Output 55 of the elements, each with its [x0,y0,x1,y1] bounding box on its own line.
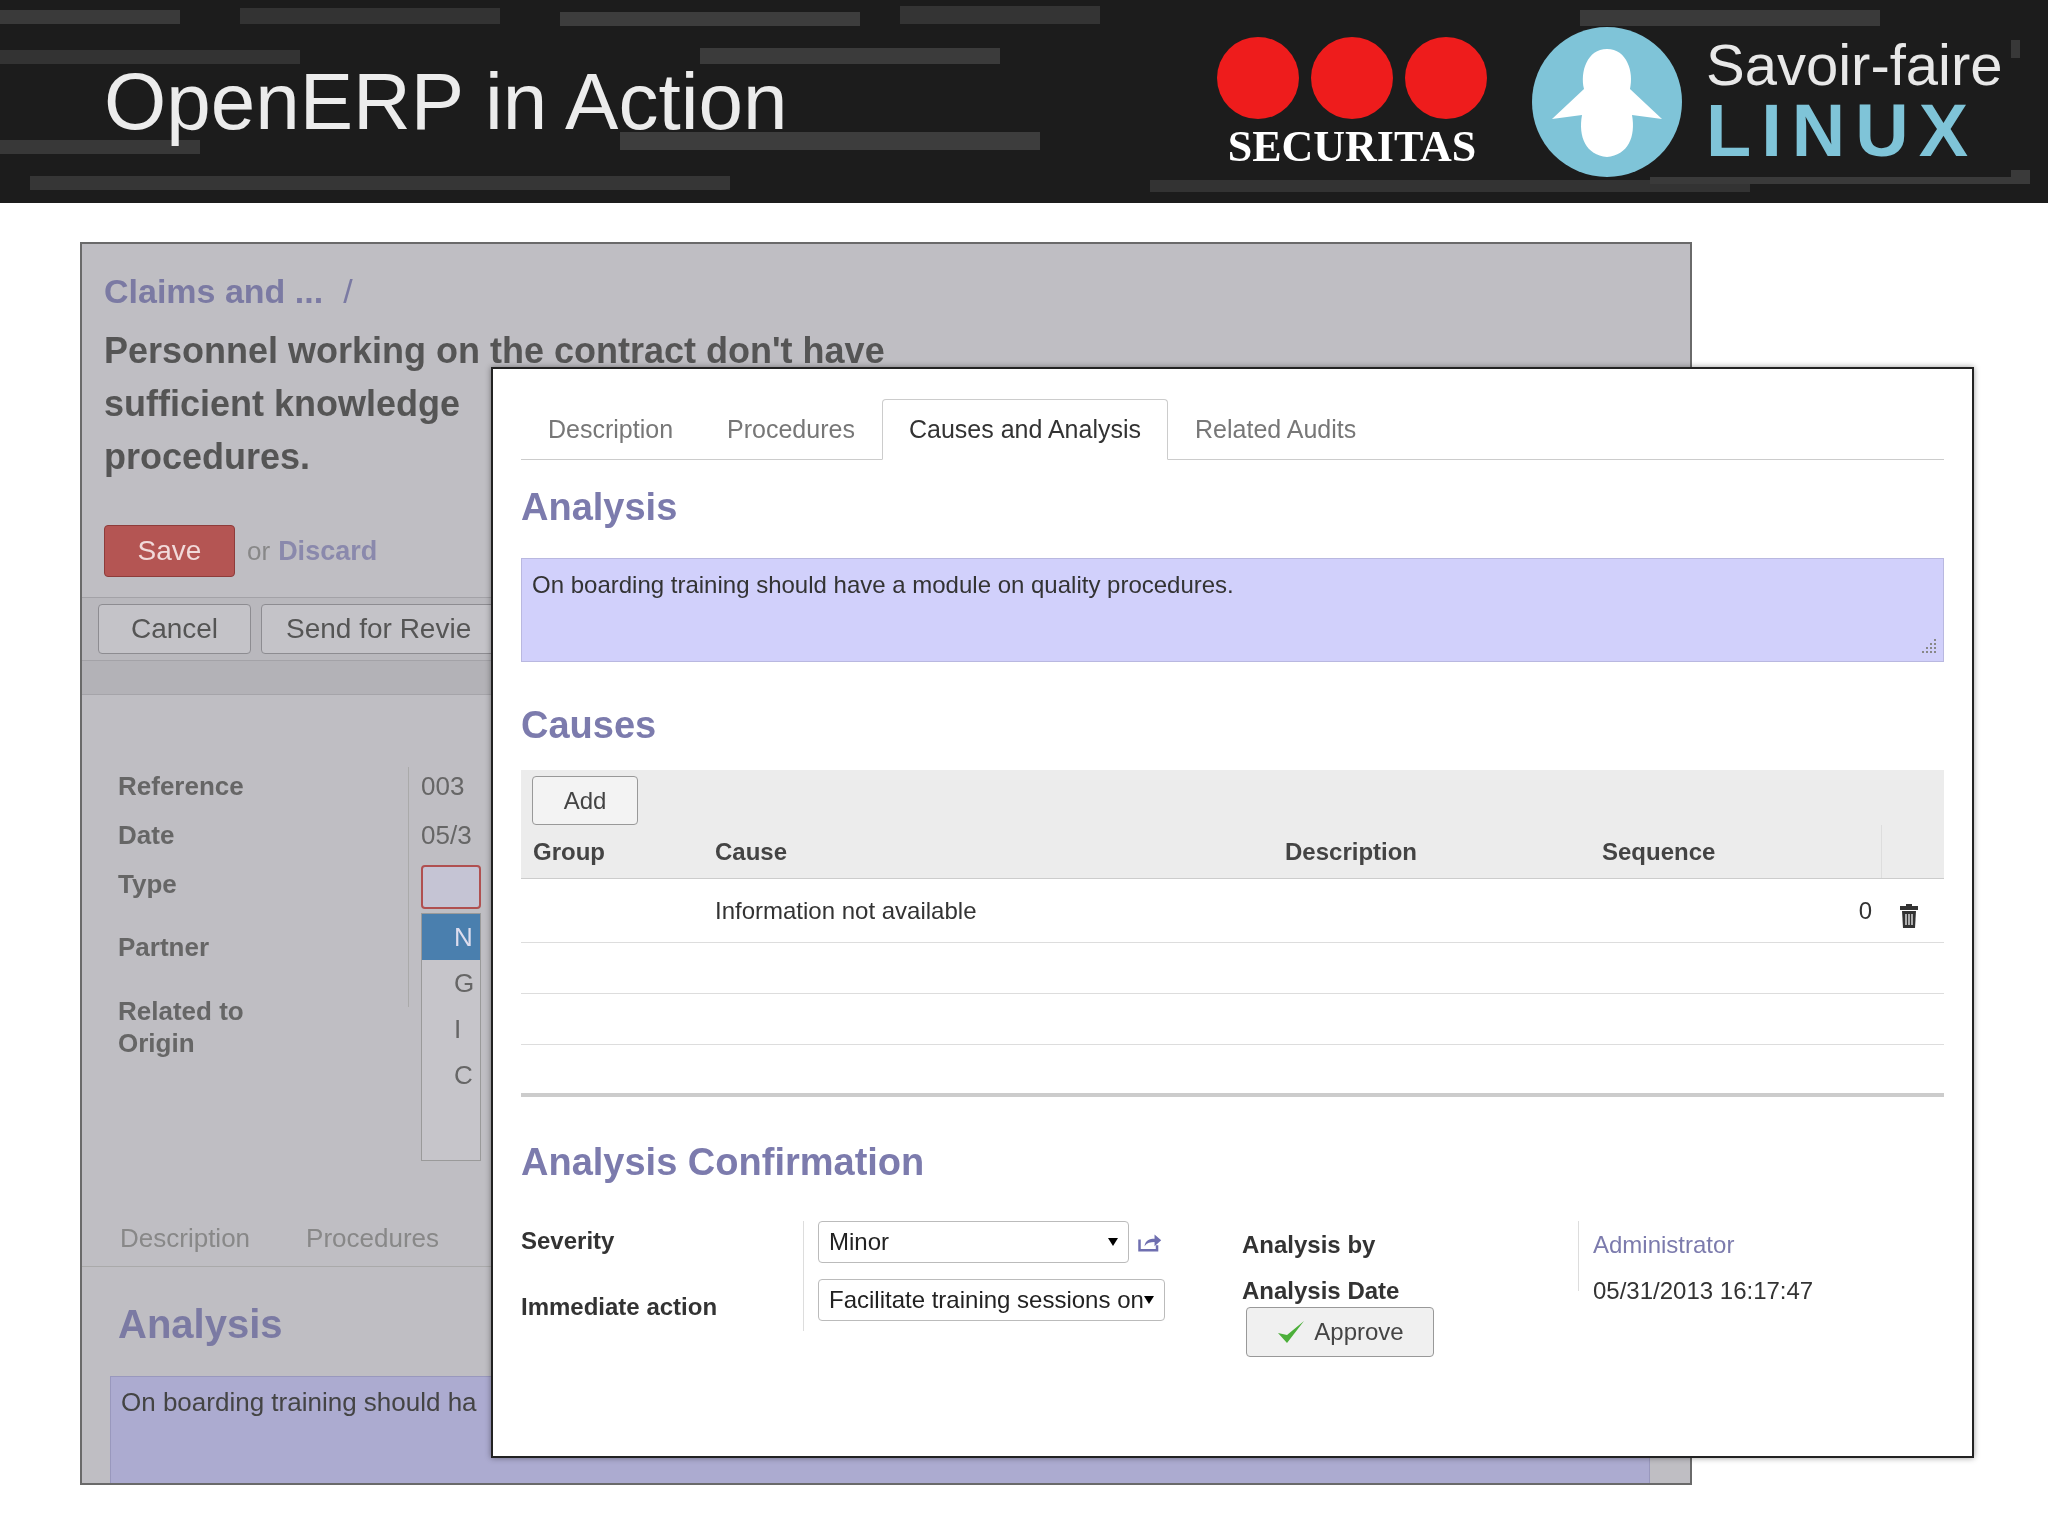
trash-icon[interactable] [1900,903,1918,928]
dropdown-option[interactable]: G [422,960,480,1006]
dropdown-option[interactable]: C [422,1052,480,1098]
field-label: Type [118,868,178,901]
or-text: or [247,534,271,568]
dropdown-option[interactable]: N [422,914,480,960]
approve-button[interactable]: Approve [1246,1307,1434,1357]
logo-text: LINUX [1706,93,1979,168]
table-cell-text: 0 [1857,895,1873,926]
field-value: 05/3 [421,819,473,852]
column-header[interactable]: Cause [715,833,1285,870]
section-heading: Analysis [118,1301,283,1348]
select-field[interactable]: Minor [818,1221,1129,1263]
column-header[interactable]: Sequence [1602,825,1882,878]
column-header[interactable]: Group [521,833,715,870]
field-label: Analysis Date [1242,1276,1401,1306]
field-label: Date [118,819,176,852]
table-cell-text: Information not available [715,895,978,926]
section-heading: Causes [521,706,658,744]
field-label: Reference [118,770,245,803]
record-title: procedures. [104,439,312,475]
analysis-textarea[interactable]: On boarding training should have a module on quality procedures. [521,558,1944,662]
record-title: sufficient knowledge [104,386,462,422]
section-heading: Analysis [521,488,679,526]
record-title: Personnel working on the contract don't have [104,333,886,369]
field-label: Immediate action [521,1292,719,1322]
select-field[interactable]: Facilitate training sessions on [818,1279,1165,1321]
checkmark-icon [1276,1319,1307,1345]
dropdown-option[interactable]: I [422,1006,480,1052]
field-label: Related to [118,995,245,1024]
save-button[interactable]: Save [104,525,235,577]
caret-icon [1143,1296,1154,1304]
column-header[interactable]: Description [1285,833,1602,870]
dialog-tab[interactable]: Causes and Analysis [881,399,1168,460]
dots-logo-icon [1216,34,1488,121]
toolbar-button[interactable]: Cancel [98,604,251,654]
section-heading: Analysis Confirmation [521,1143,926,1181]
caret-icon [1107,1238,1118,1246]
field-label: Analysis by [1242,1230,1377,1260]
field-label: Partner [118,931,211,964]
user-link[interactable]: Administrator [1593,1221,1814,1267]
field-value: 003 [421,770,466,803]
dialog-tab[interactable]: Procedures [700,399,882,460]
dialog-tab[interactable]: Related Audits [1168,399,1384,460]
resize-handle-icon[interactable] [1919,637,1937,655]
field-value: 05/31/2013 16:17:47 [1593,1276,1814,1306]
logo-text: Savoir-faire [1706,35,2003,94]
penguin-logo-icon [1532,26,1682,177]
breadcrumb-separator: / [343,271,353,312]
field-label: Severity [521,1226,616,1256]
field-label: Origin [118,1027,196,1060]
add-button[interactable]: Add [532,776,638,825]
dialog-tab[interactable]: Description [521,399,701,460]
type-select[interactable] [421,865,481,909]
logo-text: SECURITAS [1227,124,1477,169]
